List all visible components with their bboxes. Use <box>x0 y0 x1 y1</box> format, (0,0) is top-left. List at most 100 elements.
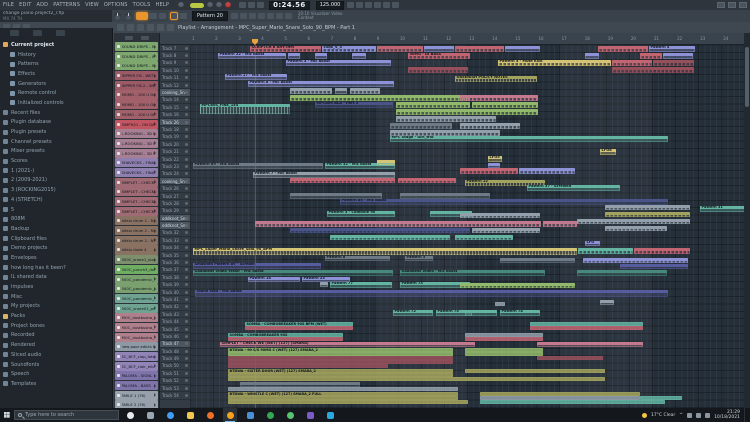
track-row[interactable]: Track 42 <box>160 304 190 311</box>
track-row[interactable]: Track 41 <box>160 296 190 303</box>
vertical-scrollbar[interactable] <box>744 33 750 408</box>
picker-item[interactable]: SOUND DRIPS - WET 1 <box>115 42 158 51</box>
typing-keyboard-indicator[interactable] <box>190 3 204 8</box>
track-mute-icon[interactable] <box>185 113 188 116</box>
picker-item[interactable]: SMILE 1 (76) <box>115 391 158 400</box>
track-row[interactable]: Track 28 <box>160 200 190 207</box>
clip[interactable]: LFO5 <box>488 156 502 162</box>
tray-chevron-icon[interactable]: ^ <box>679 413 683 418</box>
clip[interactable] <box>472 102 538 108</box>
menu-file[interactable]: FILE <box>3 2 14 8</box>
browser-item[interactable]: Mixer presets <box>0 147 112 157</box>
task-view-icon[interactable] <box>143 408 157 422</box>
picker-item[interactable]: DIPPER F.B.2 - WET <box>115 81 158 90</box>
clip[interactable]: Pattern 74 <box>500 310 540 316</box>
clip[interactable]: LFO <box>585 241 600 246</box>
clip[interactable]: Goodbeat Video - Mic boost <box>400 270 545 276</box>
track-mute-icon[interactable] <box>185 135 188 138</box>
clip[interactable] <box>620 264 688 269</box>
maximize-icon[interactable] <box>728 2 736 8</box>
track-mute-icon[interactable] <box>185 350 188 353</box>
track-mute-icon[interactable] <box>185 298 188 301</box>
track-row[interactable]: Track 43 <box>160 311 190 318</box>
browser-item[interactable]: Current project <box>0 40 112 50</box>
track-mute-icon[interactable] <box>185 91 188 94</box>
volume-icon[interactable] <box>696 413 701 418</box>
track-mute-icon[interactable] <box>185 364 188 367</box>
clip[interactable]: Pattern 17 - Mic boost <box>225 74 287 80</box>
render-icon[interactable] <box>276 13 283 19</box>
clip[interactable]: Pattern 16 <box>248 277 300 282</box>
clip[interactable] <box>519 168 575 174</box>
browser-item[interactable]: 2 (2009-2021) <box>0 176 112 186</box>
browser-item[interactable]: 4 (STRETCH) <box>0 195 112 205</box>
browser-sort-tab-icon[interactable] <box>56 30 65 36</box>
track-mute-icon[interactable] <box>185 209 188 212</box>
track-row[interactable]: Track 10 <box>160 67 190 74</box>
clip[interactable] <box>290 228 470 233</box>
clip[interactable]: GREENISH POLICY NOTES <box>455 76 537 82</box>
picker-item[interactable]: MOC_dustbusha_ac <box>115 313 158 322</box>
picker-item[interactable]: PALOMA - SIGNL <box>115 371 158 380</box>
browser-item[interactable]: Generators <box>0 79 112 89</box>
browser-item[interactable]: Effects <box>0 69 112 79</box>
clip[interactable]: Pattern 5 - Mute Kick <box>498 60 611 66</box>
track-mute-icon[interactable] <box>185 47 188 50</box>
picker-item[interactable]: MOMO - 100 U GOT BL <box>115 110 158 119</box>
battery-icon[interactable] <box>705 413 710 418</box>
close-icon[interactable] <box>739 2 747 8</box>
track-mute-icon[interactable] <box>185 328 188 331</box>
browser-item[interactable]: Recent files <box>0 108 112 118</box>
clip[interactable]: Pattern 89 - Mic boost <box>193 163 323 169</box>
track-mute-icon[interactable] <box>185 217 188 220</box>
browser-item[interactable]: Envelopes <box>0 253 112 263</box>
track-row[interactable]: Track 45 <box>160 326 190 333</box>
picker-item[interactable]: PALOMA - BASS <box>115 381 158 390</box>
clip[interactable] <box>460 213 540 218</box>
picker-item[interactable]: SIMPLET - CHECK WE <box>115 197 158 206</box>
track-mute-icon[interactable] <box>185 357 188 360</box>
clip[interactable] <box>390 123 452 129</box>
track-row[interactable]: Track 40 <box>160 289 190 296</box>
clip[interactable] <box>495 302 505 306</box>
track-mute-icon[interactable] <box>185 150 188 153</box>
track-row[interactable]: Track 22 <box>160 156 190 163</box>
browser-item[interactable]: how long has it been? <box>0 263 112 273</box>
track-mute-icon[interactable] <box>185 291 188 294</box>
show-desktop-button[interactable] <box>744 408 747 422</box>
browser-item[interactable]: Misc <box>0 292 112 302</box>
track-row[interactable]: Track 52 <box>160 378 190 385</box>
clip[interactable]: MPC80S_FINE_1x4 <box>200 104 290 114</box>
clip[interactable] <box>255 221 541 227</box>
picker-item[interactable]: SIMPLET - CHECK WE <box>115 187 158 196</box>
menu-options[interactable]: OPTIONS <box>104 2 128 8</box>
track-mute-icon[interactable] <box>185 165 188 168</box>
track-row[interactable]: Track 9 <box>160 60 190 67</box>
track-mute-icon[interactable] <box>185 106 188 109</box>
clip[interactable] <box>500 258 575 263</box>
clip[interactable] <box>228 364 388 368</box>
clip[interactable] <box>460 123 520 129</box>
record-button[interactable] <box>225 2 231 8</box>
clip[interactable] <box>330 235 450 240</box>
master-volume-knob[interactable] <box>125 13 132 20</box>
clip[interactable]: LFO8 <box>600 149 616 155</box>
track-row[interactable]: Track 44 <box>160 318 190 325</box>
picker-item[interactable]: 500C_pandemic_pri <box>115 275 158 284</box>
clip[interactable] <box>320 282 328 287</box>
clip[interactable]: Pattern 37 - Screwed <box>527 185 620 191</box>
browser-item[interactable]: Sliced audio <box>0 350 112 360</box>
picker-item[interactable]: MOMO - 100 U GOT BL <box>115 100 158 109</box>
browser-item[interactable]: Initialized controls <box>0 98 112 108</box>
track-mute-icon[interactable] <box>185 379 188 382</box>
clip[interactable] <box>505 46 540 52</box>
track-mute-icon[interactable] <box>185 231 188 234</box>
track-row[interactable]: cooking_Snar <box>160 89 190 96</box>
browser-item[interactable]: Channel presets <box>0 137 112 147</box>
picker-item[interactable]: new poor edicts ba <box>115 342 158 351</box>
taskbar-search[interactable]: Type here to search <box>14 410 119 420</box>
browser-item[interactable]: Packs <box>0 311 112 321</box>
track-row[interactable]: Track 16 <box>160 112 190 119</box>
track-mute-icon[interactable] <box>185 121 188 124</box>
plugin-picker-icon[interactable] <box>240 13 247 19</box>
